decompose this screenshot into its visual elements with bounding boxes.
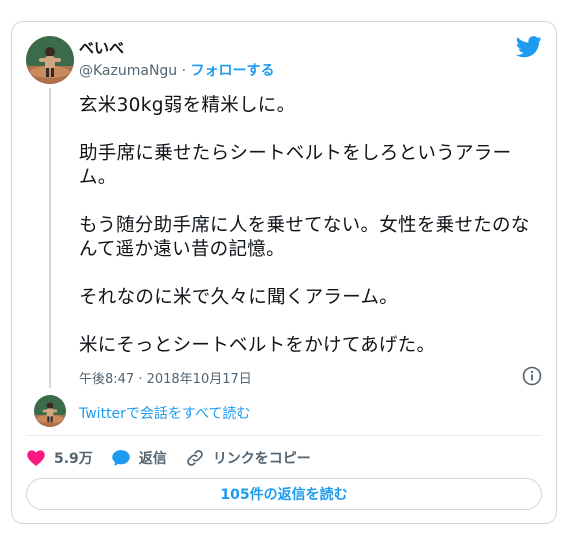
tweet-paragraph: 米にそっとシートベルトをかけてあげた。 [79, 335, 436, 356]
heart-icon [27, 450, 45, 466]
reply-button[interactable]: 返信 [111, 448, 167, 468]
tweet-card: べいべ @KazumaNgu · フォローする 玄米30kg弱を精米しに。 助手… [11, 21, 557, 524]
author-handle[interactable]: @KazumaNgu [79, 63, 177, 79]
read-replies-button[interactable]: 105件の返信を読む [26, 478, 542, 510]
author-name[interactable]: べいべ [79, 37, 124, 58]
handle-separator: · [177, 63, 191, 79]
copy-link-button[interactable]: リンクをコピー [185, 448, 311, 468]
thread-line [49, 88, 51, 388]
like-count: 5.9万 [54, 451, 93, 467]
tweet-text: 玄米30kg弱を精米しに。 助手席に乗せたらシートベルトをしろというアラーム。 … [79, 94, 545, 382]
follow-button[interactable]: フォローする [191, 63, 275, 79]
author-handle-row: @KazumaNgu · フォローする [79, 60, 275, 80]
action-bar: 5.9万 返信 リンクをコピー [26, 446, 329, 470]
twitter-bird-icon[interactable] [515, 36, 542, 58]
author-avatar[interactable] [26, 36, 74, 84]
speech-bubble-icon [112, 450, 130, 466]
tweet-paragraph: 助手席に乗せたらシートベルトをしろというアラーム。 [79, 143, 512, 188]
tweet-paragraph: それなのに米で久々に聞くアラーム。 [79, 287, 399, 308]
avatar-image [34, 395, 66, 427]
conversation-avatar[interactable] [34, 395, 66, 427]
read-conversation-link[interactable]: Twitterで会話をすべて読む [79, 403, 250, 423]
tweet-paragraph: 玄米30kg弱を精米しに。 [79, 95, 296, 116]
avatar-image [26, 36, 74, 84]
divider [26, 435, 542, 436]
copy-link-label: リンクをコピー [212, 451, 311, 467]
tweet-timestamp[interactable]: 午後8:47 · 2018年10月17日 [79, 368, 252, 387]
like-button[interactable]: 5.9万 [26, 448, 93, 468]
reply-label: 返信 [138, 451, 167, 467]
read-replies-label: 105件の返信を読む [220, 487, 348, 503]
tweet-paragraph: もう随分助手席に人を乗せてない。女性を乗せたのなんて遥か遠い昔の記憶。 [79, 215, 530, 260]
info-icon[interactable] [522, 366, 542, 386]
link-icon [187, 450, 203, 466]
